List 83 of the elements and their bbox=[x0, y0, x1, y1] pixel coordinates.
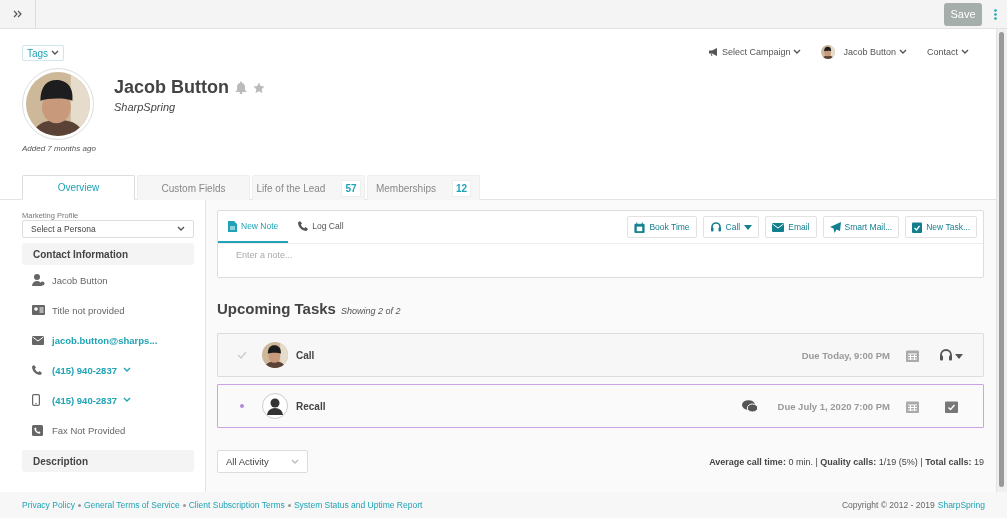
calendar-icon bbox=[634, 221, 646, 233]
tab[interactable]: Custom Fields bbox=[137, 175, 250, 200]
action-button[interactable]: New Task... bbox=[905, 216, 977, 238]
calendar-check-icon[interactable] bbox=[944, 399, 958, 413]
phone-link[interactable]: (415) 940-2837 bbox=[52, 364, 117, 376]
note-composer[interactable]: New Note Log Call Book Time Call Email Smart Mail... New Task... Enter a note... bbox=[217, 210, 984, 278]
caret-icon bbox=[961, 49, 969, 55]
contact-detail: Title not provided bbox=[52, 304, 125, 316]
calendar-icon[interactable] bbox=[906, 348, 919, 362]
fax-icon bbox=[32, 424, 43, 436]
count-badge: 57 bbox=[341, 179, 361, 197]
id-card-icon bbox=[32, 305, 45, 315]
calendar-icon[interactable] bbox=[906, 399, 919, 413]
tags-dropdown[interactable]: Tags bbox=[22, 45, 65, 61]
checkmark-icon[interactable] bbox=[237, 351, 247, 359]
save-button[interactable]: Save bbox=[944, 2, 982, 26]
task-title: Call bbox=[296, 349, 315, 361]
action-button[interactable]: Smart Mail... bbox=[822, 216, 900, 238]
envelope-icon bbox=[32, 335, 44, 345]
more-options-icon[interactable] bbox=[994, 8, 997, 20]
chevron-down-icon bbox=[122, 367, 131, 373]
star-icon[interactable] bbox=[253, 81, 265, 94]
caret-icon bbox=[793, 49, 802, 55]
section-title: Upcoming Tasks bbox=[217, 300, 336, 317]
tab[interactable]: Overview bbox=[22, 175, 135, 200]
count-badge: 12 bbox=[451, 179, 472, 197]
person-icon bbox=[32, 274, 45, 286]
company-name: SharpSpring bbox=[114, 101, 177, 113]
chevron-down-icon bbox=[291, 458, 299, 465]
mobile-phone-icon bbox=[32, 394, 40, 406]
footer-link[interactable]: System Status and Uptime Report bbox=[293, 500, 423, 510]
caret-icon bbox=[898, 49, 907, 55]
double-chevron-icon bbox=[13, 10, 22, 18]
megaphone-icon bbox=[708, 48, 719, 56]
user-menu[interactable]: Jacob Button bbox=[821, 45, 907, 59]
call-stats: Average call time: 0 min. | Quality calls: 1/19 (5%) | Total calls: 19 bbox=[709, 456, 984, 467]
section-header: Description bbox=[22, 450, 194, 472]
copyright: Copyright © 2012 - 2019 bbox=[842, 500, 935, 510]
section-header: Contact Information bbox=[22, 243, 194, 265]
action-button[interactable]: Email bbox=[765, 216, 817, 238]
footer-link[interactable]: SharpSpring bbox=[937, 500, 985, 510]
due-date: Due Today, 9:00 PM bbox=[801, 349, 890, 361]
added-date: Added 7 months ago bbox=[22, 144, 96, 153]
action-button[interactable]: Call bbox=[702, 216, 760, 238]
contact-menu[interactable]: Contact bbox=[926, 45, 969, 59]
user-silhouette-icon bbox=[262, 393, 288, 419]
campaign-menu[interactable]: Select Campaign bbox=[708, 45, 802, 59]
task-row[interactable]: Call Due Today, 9:00 PM bbox=[217, 333, 984, 377]
task-title: Recall bbox=[296, 400, 326, 412]
contact-name: Jacob Button bbox=[114, 77, 229, 98]
task-row[interactable]: Recall Due July 1, 2020 7:00 PM bbox=[217, 384, 984, 428]
chevron-down-icon bbox=[122, 397, 131, 403]
activity-filter[interactable]: All Activity bbox=[217, 450, 308, 473]
chevron-down-icon bbox=[177, 226, 185, 232]
clipboard-check-icon bbox=[912, 221, 923, 233]
tab[interactable]: Memberships 12 bbox=[367, 175, 480, 200]
chat-bubbles-icon[interactable] bbox=[741, 399, 758, 413]
envelope-icon bbox=[772, 222, 785, 232]
footer-link[interactable]: General Terms of Service bbox=[83, 500, 180, 510]
note-field[interactable]: Enter a note... bbox=[218, 243, 983, 277]
footer-link[interactable]: Privacy Policy bbox=[22, 500, 75, 510]
caret-icon bbox=[744, 224, 753, 230]
paper-plane-icon bbox=[829, 221, 841, 233]
phone-icon bbox=[32, 365, 42, 375]
action-button[interactable]: Book Time bbox=[627, 216, 697, 238]
contact-detail: Fax Not Provided bbox=[52, 424, 126, 436]
headset-icon bbox=[709, 221, 722, 233]
caret-icon bbox=[51, 50, 60, 56]
scrollbar[interactable] bbox=[996, 29, 1007, 492]
email-link[interactable]: jacob.button@sharps... bbox=[52, 334, 158, 346]
due-date: Due July 1, 2020 7:00 PM bbox=[777, 400, 890, 412]
headset-icon[interactable] bbox=[939, 348, 963, 362]
tab[interactable]: Life of the Lead 57 bbox=[252, 175, 365, 200]
phone-link[interactable]: (415) 940-2837 bbox=[52, 394, 117, 406]
bell-icon[interactable] bbox=[235, 81, 247, 94]
dot-icon bbox=[240, 404, 244, 408]
persona-select[interactable]: Select a Persona bbox=[22, 220, 194, 238]
document-icon bbox=[228, 220, 237, 232]
contact-detail: Jacob Button bbox=[52, 274, 108, 286]
composer-tab[interactable]: Log Call bbox=[288, 211, 354, 243]
task-count: Showing 2 of 2 bbox=[340, 306, 401, 316]
footer-link[interactable]: Client Subscription Terms bbox=[188, 500, 285, 510]
phone-icon bbox=[298, 221, 309, 231]
